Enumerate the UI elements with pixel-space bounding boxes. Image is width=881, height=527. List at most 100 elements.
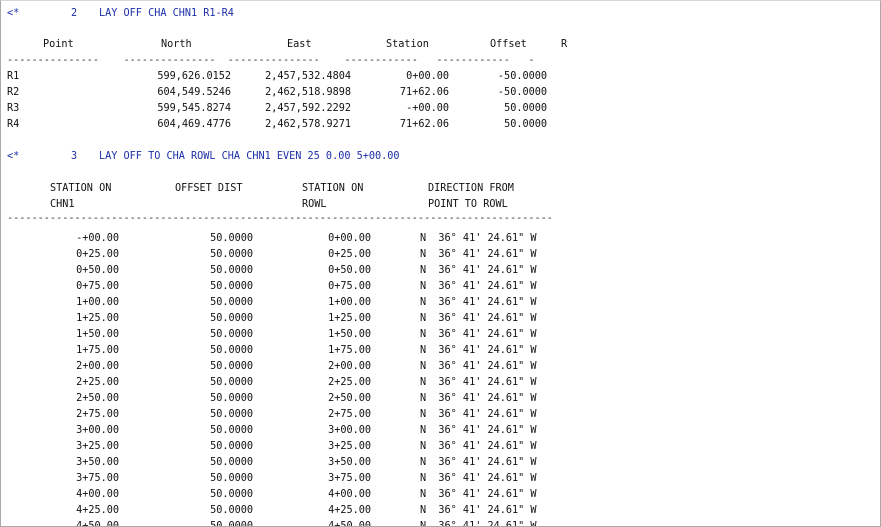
station-rowl-value: 3+25.00 bbox=[328, 441, 371, 452]
direction-value: N 36° 41' 24.61" W bbox=[420, 520, 537, 526]
direction-value: N 36° 41' 24.61" W bbox=[420, 329, 537, 340]
station-chn1-value: 4+25.00 bbox=[76, 505, 119, 516]
station-value: 71+62.06 bbox=[399, 87, 449, 98]
station-chn1-value: 2+50.00 bbox=[76, 393, 119, 404]
north-value: 604,469.4776 bbox=[157, 119, 231, 130]
station-rowl-value: 1+75.00 bbox=[328, 345, 371, 356]
north-value: 599,545.8274 bbox=[157, 103, 231, 114]
layoff-table-row: 0+25.00 50.0000 0+25.00 N 36° 41' 24.61" W bbox=[7, 248, 867, 262]
header-station-on-rowl: STATION ON bbox=[302, 183, 364, 194]
layoff-table-body: -+00.00 50.0000 0+00.00 N 36° 41' 24.61" W0… bbox=[1, 230, 880, 526]
offset-dist-value: 50.0000 bbox=[210, 281, 253, 292]
station-value: 0+00.00 bbox=[406, 71, 449, 82]
layoff-table-row: 3+25.00 50.0000 3+25.00 N 36° 41' 24.61" W bbox=[7, 440, 867, 454]
station-chn1-value: 3+75.00 bbox=[76, 473, 119, 484]
header-offset: Offset bbox=[490, 39, 527, 50]
direction-value: N 36° 41' 24.61" W bbox=[420, 313, 537, 324]
points-table-header: Point North East Station Offset R bbox=[7, 38, 567, 52]
direction-value: N 36° 41' 24.61" W bbox=[420, 425, 537, 436]
header-offset-dist: OFFSET DIST bbox=[175, 183, 243, 194]
layoff-table-row: 4+50.00 50.0000 4+50.00 N 36° 41' 24.61" W bbox=[7, 520, 867, 526]
direction-value: N 36° 41' 24.61" W bbox=[420, 345, 537, 356]
station-chn1-value: 4+00.00 bbox=[76, 489, 119, 500]
layoff-table-row: 4+25.00 50.0000 4+25.00 N 36° 41' 24.61" W bbox=[7, 504, 867, 518]
offset-dist-value: 50.0000 bbox=[210, 473, 253, 484]
station-chn1-value: 2+25.00 bbox=[76, 377, 119, 388]
report-output-viewer[interactable]: <* 2 LAY OFF CHA CHN1 R1-R4 Point North … bbox=[0, 0, 881, 527]
offset-dist-value: 50.0000 bbox=[210, 505, 253, 516]
layoff-table-row: 3+00.00 50.0000 3+00.00 N 36° 41' 24.61" W bbox=[7, 424, 867, 438]
layoff-table-row: 3+75.00 50.0000 3+75.00 N 36° 41' 24.61" W bbox=[7, 472, 867, 486]
offset-dist-value: 50.0000 bbox=[210, 441, 253, 452]
station-rowl-value: 1+50.00 bbox=[328, 329, 371, 340]
direction-value: N 36° 41' 24.61" W bbox=[420, 281, 537, 292]
station-chn1-value: 1+25.00 bbox=[76, 313, 119, 324]
layoff-table-row: 4+00.00 50.0000 4+00.00 N 36° 41' 24.61" W bbox=[7, 488, 867, 502]
layoff-table-row: 2+00.00 50.0000 2+00.00 N 36° 41' 24.61" W bbox=[7, 360, 867, 374]
station-rowl-value: 1+00.00 bbox=[328, 297, 371, 308]
offset-value: 50.0000 bbox=[504, 119, 547, 130]
north-value: 604,549.5246 bbox=[157, 87, 231, 98]
point-id: R4 bbox=[7, 119, 20, 130]
point-id: R1 bbox=[7, 71, 20, 82]
station-rowl-value: 3+75.00 bbox=[328, 473, 371, 484]
layoff-table-row: 0+50.00 50.0000 0+50.00 N 36° 41' 24.61" W bbox=[7, 264, 867, 278]
station-rowl-value: 0+50.00 bbox=[328, 265, 371, 276]
offset-dist-value: 50.0000 bbox=[210, 265, 253, 276]
offset-dist-value: 50.0000 bbox=[210, 329, 253, 340]
offset-dist-value: 50.0000 bbox=[210, 409, 253, 420]
points-table-separator: --------------- --------------- --------… bbox=[7, 55, 535, 66]
station-chn1-value: -+00.00 bbox=[76, 233, 119, 244]
station-chn1-value: 2+75.00 bbox=[76, 409, 119, 420]
station-chn1-value: 3+50.00 bbox=[76, 457, 119, 468]
offset-value: 50.0000 bbox=[504, 103, 547, 114]
points-table-row: R3 599,545.8274 2,457,592.2292 -+00.00 50.00… bbox=[7, 102, 567, 116]
command-number: 3 bbox=[71, 151, 78, 162]
header-station: Station bbox=[386, 39, 429, 50]
east-value: 2,457,592.2292 bbox=[265, 103, 351, 114]
header-direction-from: DIRECTION FROM bbox=[428, 183, 514, 194]
layoff-table-row: 1+00.00 50.0000 1+00.00 N 36° 41' 24.61" W bbox=[7, 296, 867, 310]
points-table-row: R1 599,626.0152 2,457,532.4804 0+00.00 -50.0… bbox=[7, 70, 567, 84]
station-chn1-value: 0+25.00 bbox=[76, 249, 119, 260]
direction-value: N 36° 41' 24.61" W bbox=[420, 297, 537, 308]
station-rowl-value: 0+75.00 bbox=[328, 281, 371, 292]
station-chn1-value: 3+00.00 bbox=[76, 425, 119, 436]
station-rowl-value: 0+25.00 bbox=[328, 249, 371, 260]
offset-dist-value: 50.0000 bbox=[210, 457, 253, 468]
offset-value: -50.0000 bbox=[497, 87, 547, 98]
header-point-to-rowl: POINT TO ROWL bbox=[428, 199, 508, 210]
direction-value: N 36° 41' 24.61" W bbox=[420, 393, 537, 404]
direction-value: N 36° 41' 24.61" W bbox=[420, 361, 537, 372]
command-prompt: <* bbox=[7, 8, 20, 19]
direction-value: N 36° 41' 24.61" W bbox=[420, 473, 537, 484]
offset-dist-value: 50.0000 bbox=[210, 520, 253, 526]
command-prompt: <* bbox=[7, 151, 20, 162]
point-id: R3 bbox=[7, 103, 20, 114]
header-east: East bbox=[287, 39, 312, 50]
layoff-table-row: 2+75.00 50.0000 2+75.00 N 36° 41' 24.61" W bbox=[7, 408, 867, 422]
layoff-table-row: 2+50.00 50.0000 2+50.00 N 36° 41' 24.61" W bbox=[7, 392, 867, 406]
station-rowl-value: 0+00.00 bbox=[328, 233, 371, 244]
layoff-table-separator: ----------------------------------------… bbox=[7, 213, 554, 224]
offset-dist-value: 50.0000 bbox=[210, 489, 253, 500]
points-table-row: R2 604,549.5246 2,462,518.9898 71+62.06 -50.… bbox=[7, 86, 567, 100]
command-text: LAY OFF TO CHA ROWL CHA CHN1 EVEN 25 0.0… bbox=[99, 151, 400, 162]
header-station-on-chn1: STATION ON bbox=[50, 183, 112, 194]
direction-value: N 36° 41' 24.61" W bbox=[420, 265, 537, 276]
direction-value: N 36° 41' 24.61" W bbox=[420, 377, 537, 388]
station-value: -+00.00 bbox=[406, 103, 449, 114]
station-rowl-value: 3+50.00 bbox=[328, 457, 371, 468]
layoff-table-header-line2: CHN1 ROWL POINT TO ROWL bbox=[7, 198, 508, 212]
direction-value: N 36° 41' 24.61" W bbox=[420, 441, 537, 452]
offset-dist-value: 50.0000 bbox=[210, 249, 253, 260]
header-chn1: CHN1 bbox=[50, 199, 75, 210]
east-value: 2,457,532.4804 bbox=[265, 71, 351, 82]
layoff-table-row: 1+75.00 50.0000 1+75.00 N 36° 41' 24.61" W bbox=[7, 344, 867, 358]
station-value: 71+62.06 bbox=[399, 119, 449, 130]
direction-value: N 36° 41' 24.61" W bbox=[420, 457, 537, 468]
direction-value: N 36° 41' 24.61" W bbox=[420, 249, 537, 260]
station-chn1-value: 0+75.00 bbox=[76, 281, 119, 292]
offset-value: -50.0000 bbox=[497, 71, 547, 82]
station-rowl-value: 3+00.00 bbox=[328, 425, 371, 436]
